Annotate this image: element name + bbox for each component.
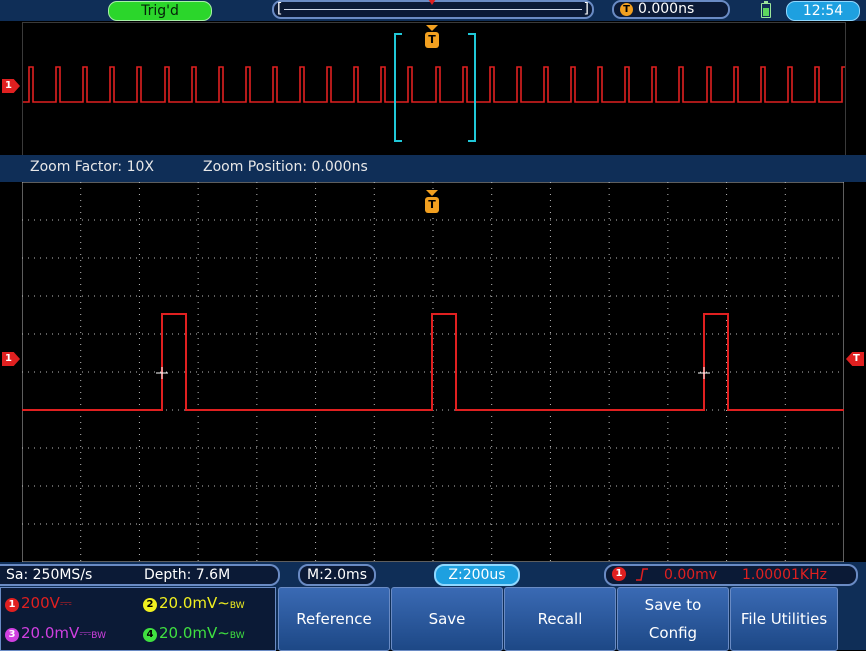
main-waveform (21, 181, 845, 563)
waveform-position-bar[interactable]: [ ] (272, 0, 594, 19)
channel4-bw-limit: BW (229, 631, 245, 641)
save-to-config-line2: Config (648, 624, 698, 642)
channel4-info[interactable]: 4 20.0mV∼BW (143, 624, 245, 645)
reference-button[interactable]: Reference (278, 587, 390, 651)
overview-trace (23, 66, 847, 103)
channel4-coupling-icon: ∼ (217, 624, 230, 642)
channel4-badge: 4 (143, 628, 157, 642)
main-trigger-marker-icon[interactable]: T (425, 190, 439, 213)
zoom-factor-label: Zoom Factor: 10X (30, 159, 154, 175)
top-status-bar: Trig'd [ ] T 0.000ns 12:54 (0, 0, 866, 21)
measurement-status-bar: Sa: 250MS/s Depth: 7.6M M:2.0ms Z:200us … (0, 562, 866, 586)
position-left-bracket-icon: [ (277, 1, 283, 17)
channel2-scale: 20.0mV (159, 594, 218, 612)
overview-trigger-marker-icon[interactable]: T (425, 25, 439, 48)
channel2-info[interactable]: 2 20.0mV∼BW (143, 594, 245, 615)
trigger-delay-readout: T 0.000ns (612, 0, 730, 19)
trigger-level: 0.00mv (664, 567, 718, 583)
zoom-window-bracket-left (394, 33, 402, 142)
channel2-badge: 2 (143, 598, 157, 612)
zoom-window-bracket-right (468, 33, 476, 142)
save-to-config-line1: Save to (644, 596, 702, 614)
channel1-scale: 200V (21, 594, 60, 612)
acquisition-box: Sa: 250MS/s Depth: 7.6M (0, 564, 280, 586)
trigger-level-marker-icon[interactable]: T (846, 352, 864, 366)
channel-settings-panel: 1 200V⎓ 2 20.0mV∼BW 3 20.0mV⎓BW 4 20.0mV∼BW (0, 587, 276, 651)
channel3-scale: 20.0mV (21, 624, 80, 642)
trigger-delay-value: 0.000ns (638, 1, 695, 17)
sample-rate: Sa: 250MS/s (6, 567, 93, 583)
channel2-bw-limit: BW (229, 601, 245, 611)
save-to-config-button[interactable]: Save to Config (617, 587, 729, 651)
overview-channel1-marker-icon[interactable]: 1 (2, 79, 20, 93)
main-trace (22, 313, 844, 411)
channel4-scale: 20.0mV (159, 624, 218, 642)
channel1-badge: 1 (5, 598, 19, 612)
clock: 12:54 (786, 1, 860, 21)
zoom-timebase[interactable]: Z:200us (434, 564, 520, 586)
channel3-bw-limit: BW (91, 631, 107, 641)
main-timebase[interactable]: M:2.0ms (298, 564, 376, 586)
recall-button[interactable]: Recall (504, 587, 616, 651)
signal-frequency: 1.00001KHz (742, 567, 827, 583)
zoom-position-label: Zoom Position: 0.000ns (203, 159, 368, 175)
channel3-coupling-icon: ⎓ (79, 624, 92, 642)
file-utilities-button[interactable]: File Utilities (730, 587, 838, 651)
main-channel1-marker-icon[interactable]: 1 (2, 352, 20, 366)
main-waveform-grid[interactable] (21, 181, 845, 563)
zoom-info-bar: Zoom Factor: 10X Zoom Position: 0.000ns (0, 155, 866, 182)
channel1-info[interactable]: 1 200V⎓ (5, 594, 72, 612)
trigger-icon: T (620, 3, 633, 16)
battery-icon (761, 1, 771, 18)
memory-depth: Depth: 7.6M (144, 567, 231, 583)
rising-edge-icon (636, 568, 648, 581)
channel3-badge: 3 (5, 628, 19, 642)
trigger-status-badge: Trig'd (108, 1, 212, 21)
position-track (284, 9, 582, 10)
trigger-settings-box[interactable]: 1 0.00mv 1.00001KHz (604, 564, 858, 586)
channel2-coupling-icon: ∼ (217, 594, 230, 612)
position-marker-icon (428, 0, 436, 5)
channel3-info[interactable]: 3 20.0mV⎓BW (5, 624, 106, 645)
trigger-channel-badge: 1 (612, 567, 626, 581)
channel1-coupling-icon: ⎓ (59, 594, 72, 612)
position-right-bracket-icon: ] (583, 1, 589, 17)
save-button[interactable]: Save (391, 587, 503, 651)
